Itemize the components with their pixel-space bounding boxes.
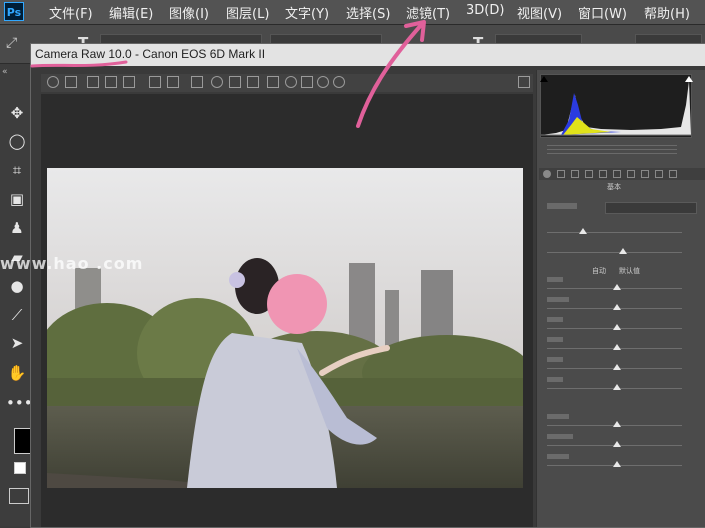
menu-3d[interactable]: 3D(D) bbox=[466, 3, 504, 18]
tint-slider-knob[interactable] bbox=[619, 248, 627, 254]
quick-mask-icon[interactable] bbox=[9, 488, 29, 504]
fullscreen-icon[interactable] bbox=[518, 76, 530, 88]
color-sampler-icon[interactable] bbox=[105, 76, 117, 88]
basic-tab-icon[interactable] bbox=[543, 170, 551, 178]
snapshots-tab-icon[interactable] bbox=[669, 170, 677, 178]
slider-label bbox=[547, 377, 563, 382]
slider-label bbox=[547, 297, 569, 302]
face-blur bbox=[267, 274, 327, 334]
slider-label bbox=[547, 434, 573, 439]
red-eye-icon[interactable] bbox=[229, 76, 241, 88]
menu-type[interactable]: 文字(Y) bbox=[285, 3, 329, 22]
frame-tool-icon[interactable]: ▣ bbox=[6, 188, 28, 210]
pink-underline-annotation bbox=[30, 60, 128, 68]
crop-tool-icon[interactable] bbox=[149, 76, 161, 88]
menu-edit[interactable]: 编辑(E) bbox=[109, 3, 153, 22]
adjustments-panel: 基本 自动 默认值 bbox=[536, 70, 705, 527]
graduated-filter-icon[interactable] bbox=[267, 76, 279, 88]
move-tool-icon[interactable]: ✥ bbox=[6, 102, 28, 124]
slider-label bbox=[547, 414, 569, 419]
slider-label bbox=[547, 317, 563, 322]
slider-label bbox=[547, 277, 563, 282]
saturation-slider-knob[interactable] bbox=[613, 461, 621, 467]
calibration-tab-icon[interactable] bbox=[641, 170, 649, 178]
whites-slider-knob[interactable] bbox=[613, 364, 621, 370]
menu-file[interactable]: 文件(F) bbox=[49, 3, 93, 22]
histogram bbox=[540, 74, 692, 138]
lens-tab-icon[interactable] bbox=[613, 170, 621, 178]
hand-tool-icon[interactable] bbox=[65, 76, 77, 88]
hand-tool-icon[interactable]: ✋ bbox=[6, 362, 28, 384]
slider-label bbox=[547, 454, 569, 459]
camera-model: Canon EOS 6D Mark II bbox=[142, 47, 266, 61]
panel-tabs bbox=[539, 168, 705, 180]
blur-tool-icon[interactable]: ● bbox=[6, 275, 28, 297]
hsl-tab-icon[interactable] bbox=[585, 170, 593, 178]
hair-ornament bbox=[229, 272, 245, 288]
adjustment-brush-icon[interactable] bbox=[247, 76, 259, 88]
preferences-icon[interactable] bbox=[301, 76, 313, 88]
split-toning-tab-icon[interactable] bbox=[599, 170, 607, 178]
straighten-tool-icon[interactable] bbox=[167, 76, 179, 88]
blacks-slider-knob[interactable] bbox=[613, 384, 621, 390]
shadow-clipping-icon[interactable] bbox=[540, 76, 548, 82]
image-preview-area bbox=[41, 94, 533, 527]
collapse-icon[interactable]: « bbox=[2, 67, 8, 77]
building bbox=[385, 290, 399, 350]
pink-arrow-annotation bbox=[356, 20, 426, 128]
tone-curve-tab-icon[interactable] bbox=[557, 170, 565, 178]
contrast-slider-knob[interactable] bbox=[613, 304, 621, 310]
slider-label bbox=[547, 337, 563, 342]
shadows-slider-knob[interactable] bbox=[613, 344, 621, 350]
preview-photo[interactable] bbox=[47, 168, 523, 488]
crop-tool-icon[interactable]: ⌗ bbox=[6, 159, 28, 181]
menu-layer[interactable]: 图层(L) bbox=[226, 3, 269, 22]
histogram-graph bbox=[541, 81, 691, 136]
menu-window[interactable]: 窗口(W) bbox=[578, 3, 627, 22]
menu-help[interactable]: 帮助(H) bbox=[644, 3, 690, 22]
effects-tab-icon[interactable] bbox=[627, 170, 635, 178]
temperature-slider[interactable] bbox=[547, 232, 682, 233]
white-balance-icon[interactable] bbox=[87, 76, 99, 88]
auto-link[interactable]: 自动 bbox=[592, 266, 606, 276]
stamp-tool-icon[interactable]: ♟ bbox=[6, 217, 28, 239]
vibrance-slider-knob[interactable] bbox=[613, 441, 621, 447]
pen-tool-icon[interactable]: ⟋ bbox=[6, 304, 28, 326]
transform-tool-icon[interactable] bbox=[191, 76, 203, 88]
detail-tab-icon[interactable] bbox=[571, 170, 579, 178]
menu-view[interactable]: 视图(V) bbox=[517, 3, 562, 22]
swap-colors-icon[interactable] bbox=[14, 462, 26, 474]
rotate-right-icon[interactable] bbox=[333, 76, 345, 88]
temperature-slider-knob[interactable] bbox=[579, 228, 587, 234]
profile-select[interactable] bbox=[605, 202, 697, 214]
title-separator: - bbox=[131, 47, 143, 61]
clarity-slider-knob[interactable] bbox=[613, 421, 621, 427]
lasso-tool-icon[interactable]: ◯ bbox=[6, 130, 28, 152]
photoshop-logo: Ps bbox=[4, 2, 24, 21]
camera-settings-readout bbox=[597, 142, 677, 156]
section-title: 基本 bbox=[607, 183, 621, 191]
watermark: www.hao .com bbox=[0, 254, 144, 273]
targeted-adjust-icon[interactable] bbox=[123, 76, 135, 88]
menu-image[interactable]: 图像(I) bbox=[169, 3, 209, 22]
default-link[interactable]: 默认值 bbox=[619, 266, 640, 276]
slider-label bbox=[547, 357, 563, 362]
rotate-left-icon[interactable] bbox=[317, 76, 329, 88]
more-tools-icon[interactable]: ••• bbox=[6, 392, 33, 414]
tint-slider[interactable] bbox=[547, 252, 682, 253]
profile-label bbox=[547, 203, 577, 209]
radial-filter-icon[interactable] bbox=[285, 76, 297, 88]
presets-tab-icon[interactable] bbox=[655, 170, 663, 178]
zoom-tool-icon[interactable] bbox=[47, 76, 59, 88]
exposure-slider-knob[interactable] bbox=[613, 284, 621, 290]
spot-removal-icon[interactable] bbox=[211, 76, 223, 88]
move-tool-preset-icon[interactable]: ⤢ bbox=[6, 35, 24, 51]
highlights-slider-knob[interactable] bbox=[613, 324, 621, 330]
highlight-clipping-icon[interactable] bbox=[685, 76, 693, 82]
path-select-tool-icon[interactable]: ➤ bbox=[6, 332, 28, 354]
